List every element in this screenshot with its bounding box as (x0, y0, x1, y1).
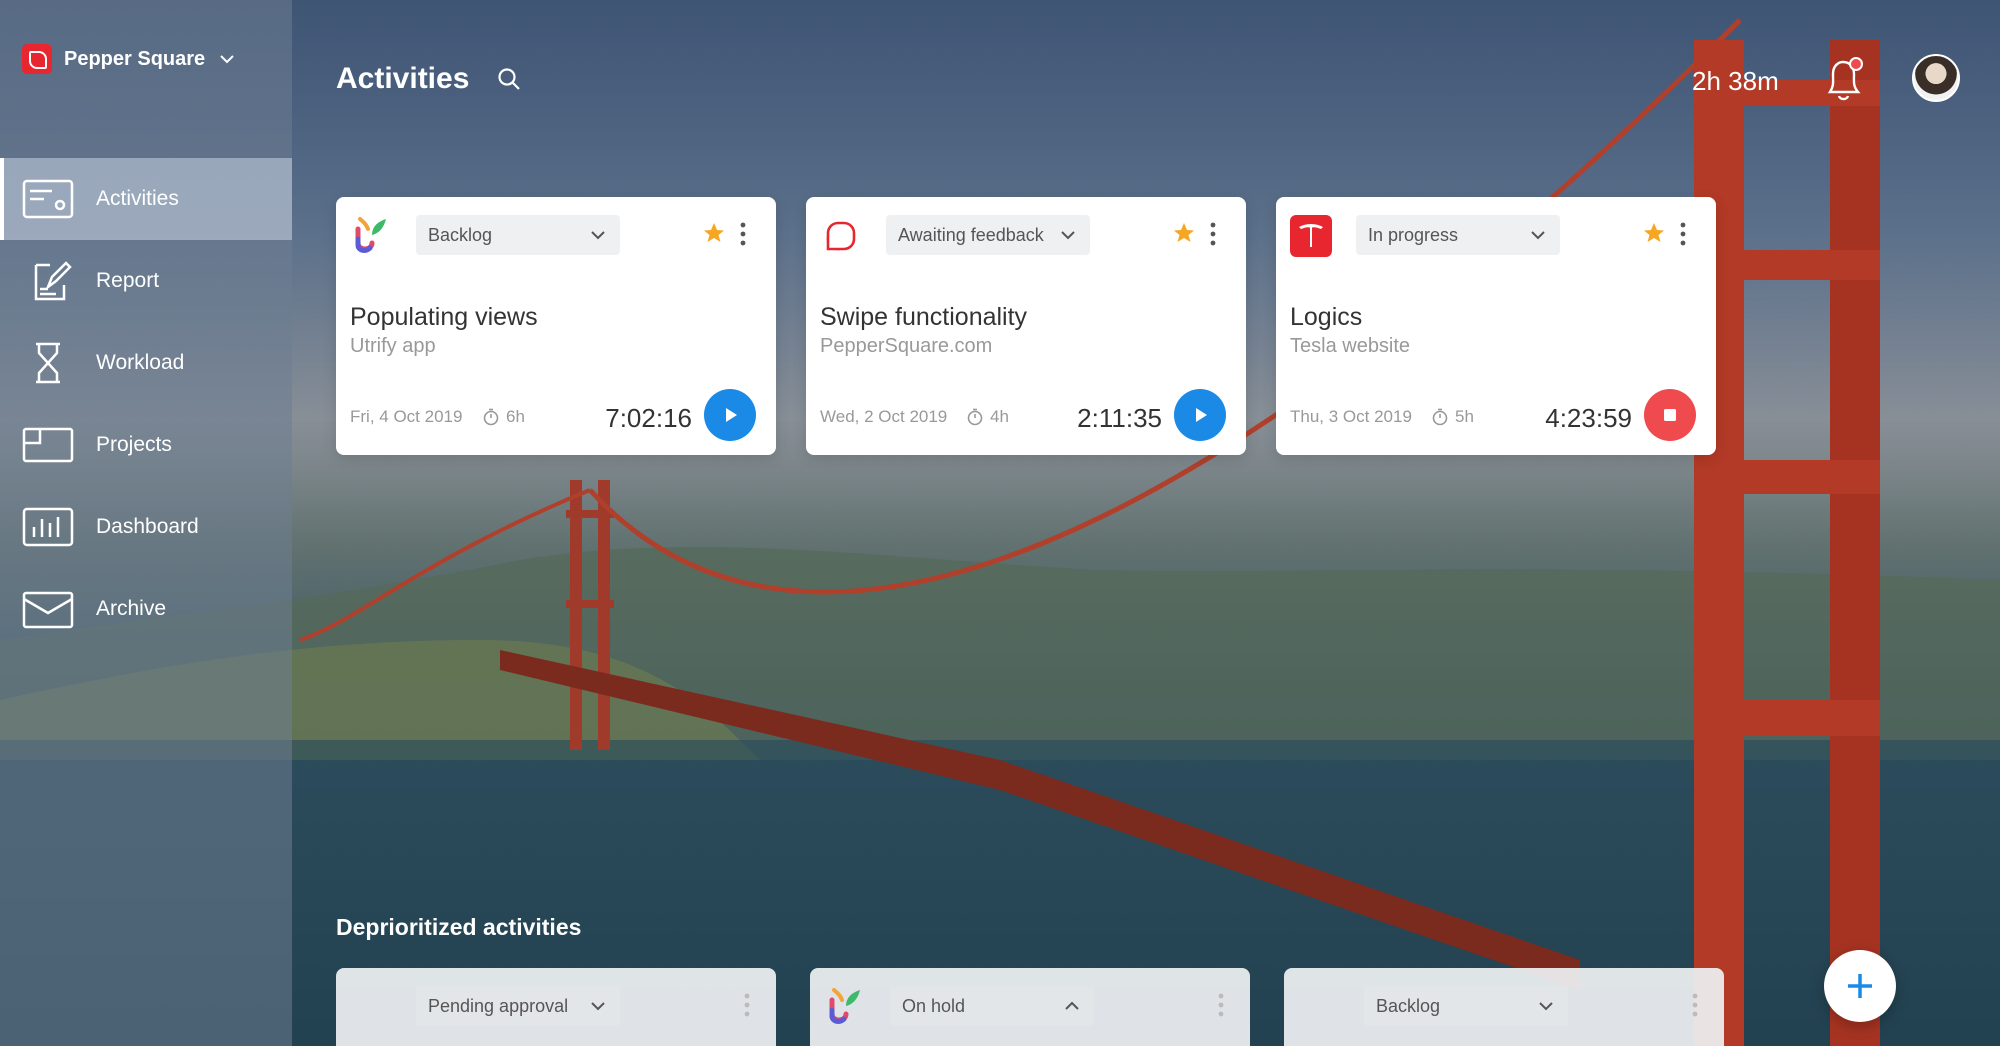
brand-logo (22, 44, 52, 74)
sidebar-item-label: Archive (96, 597, 167, 620)
sidebar-item-label: Activities (96, 187, 179, 210)
estimate-value: 6h (506, 407, 525, 426)
status-dropdown[interactable]: Backlog (416, 215, 620, 255)
stopwatch-icon (483, 408, 499, 426)
more-options-icon[interactable] (1216, 992, 1226, 1018)
peppersquare-logo (826, 221, 856, 251)
estimate-value: 4h (990, 407, 1009, 426)
utrify-logo (355, 217, 386, 253)
stop-icon (1664, 409, 1676, 421)
status-dropdown[interactable]: In progress (1356, 215, 1560, 255)
sidebar: Pepper Square Activities Report Workload… (0, 0, 292, 1046)
status-dropdown[interactable]: Pending approval (416, 986, 620, 1026)
more-options-icon[interactable] (1690, 992, 1700, 1018)
sidebar-item-archive[interactable]: Archive (0, 568, 292, 650)
archive-icon (22, 591, 74, 629)
folder-icon (22, 427, 74, 463)
stopwatch-icon (1432, 408, 1448, 426)
activity-card[interactable]: Awaiting feedback Swipe functionality Pe… (806, 197, 1246, 455)
utrify-logo (829, 988, 860, 1024)
activity-project: Tesla website (1290, 335, 1411, 357)
play-timer-button[interactable] (704, 389, 756, 441)
sidebar-item-label: Dashboard (96, 515, 199, 538)
elapsed-time: 4:23:59 (1545, 403, 1632, 433)
activity-estimate: 5h (1431, 407, 1474, 427)
activity-date: Wed, 2 Oct 2019 (820, 407, 948, 426)
play-icon (726, 408, 737, 422)
estimate-value: 5h (1455, 407, 1474, 426)
stop-timer-button[interactable] (1644, 389, 1696, 441)
chevron-down-icon (591, 231, 605, 240)
status-value: Pending approval (428, 995, 569, 1016)
activity-title: Logics (1290, 303, 1363, 331)
deprioritized-card[interactable]: On hold (810, 968, 1250, 1046)
page-title: Activities (336, 62, 470, 95)
activity-project: Utrify app (350, 335, 436, 357)
sidebar-item-activities[interactable]: Activities (0, 158, 292, 240)
chevron-down-icon (1539, 1002, 1553, 1011)
chevron-down-icon (591, 1002, 605, 1011)
bar-chart-icon (22, 507, 74, 547)
more-options-icon[interactable] (1678, 221, 1688, 247)
brand-name: Pepper Square (64, 47, 206, 70)
activity-card[interactable]: Backlog Populating views Utrify app Fri,… (336, 197, 776, 455)
plus-icon (1848, 974, 1872, 998)
status-value: Awaiting feedback (898, 224, 1044, 245)
activity-card[interactable]: In progress Logics Tesla website Thu, 3 … (1276, 197, 1716, 455)
hourglass-icon (36, 342, 60, 384)
search-icon[interactable] (496, 66, 522, 92)
section-title-deprioritized: Deprioritized activities (336, 914, 582, 940)
status-value: Backlog (428, 224, 493, 245)
activity-title: Populating views (350, 303, 538, 331)
user-avatar[interactable] (1912, 54, 1960, 102)
activity-date: Thu, 3 Oct 2019 (1290, 407, 1412, 426)
deprioritized-card[interactable]: Backlog (1284, 968, 1724, 1046)
activity-estimate: 6h (482, 407, 525, 427)
total-time-tracked: 2h 38m (1692, 66, 1779, 96)
sidebar-item-workload[interactable]: Workload (0, 322, 292, 404)
elapsed-time: 2:11:35 (1077, 403, 1162, 433)
status-value: On hold (902, 995, 966, 1016)
add-activity-button[interactable] (1824, 950, 1896, 1022)
play-icon (1196, 408, 1207, 422)
status-dropdown[interactable]: On hold (890, 986, 1094, 1026)
activities-icon (22, 179, 74, 219)
sidebar-item-label: Projects (96, 433, 172, 456)
activity-estimate: 4h (966, 407, 1009, 427)
sidebar-item-label: Workload (96, 351, 185, 374)
star-icon[interactable] (1172, 221, 1196, 245)
notification-bell-icon[interactable] (1822, 54, 1868, 104)
activity-title: Swipe functionality (820, 303, 1028, 331)
chevron-down-icon (220, 55, 234, 64)
status-value: Backlog (1376, 995, 1441, 1016)
more-options-icon[interactable] (1208, 221, 1218, 247)
chevron-up-icon (1065, 1001, 1079, 1010)
star-icon[interactable] (702, 221, 726, 245)
chevron-down-icon (1531, 231, 1545, 240)
deprioritized-card[interactable]: Pending approval (336, 968, 776, 1046)
activity-date: Fri, 4 Oct 2019 (350, 407, 463, 426)
more-options-icon[interactable] (742, 992, 752, 1018)
sidebar-item-report[interactable]: Report (0, 240, 292, 322)
status-value: In progress (1368, 224, 1459, 245)
report-icon (34, 261, 72, 301)
elapsed-time: 7:02:16 (605, 403, 692, 433)
tesla-logo (1290, 215, 1332, 257)
activity-project: PepperSquare.com (820, 335, 993, 357)
star-icon[interactable] (1642, 221, 1666, 245)
background-photo (0, 0, 2000, 1046)
status-dropdown[interactable]: Awaiting feedback (886, 215, 1090, 255)
more-options-icon[interactable] (738, 221, 748, 247)
status-dropdown[interactable]: Backlog (1364, 986, 1568, 1026)
stopwatch-icon (967, 408, 983, 426)
chevron-down-icon (1061, 231, 1075, 240)
play-timer-button[interactable] (1174, 389, 1226, 441)
sidebar-item-label: Report (96, 269, 160, 292)
sidebar-nav: Activities Report Workload Projects Dash… (0, 158, 292, 650)
workspace-switcher[interactable]: Pepper Square (22, 44, 237, 74)
sidebar-item-dashboard[interactable]: Dashboard (0, 486, 292, 568)
sidebar-item-projects[interactable]: Projects (0, 404, 292, 486)
